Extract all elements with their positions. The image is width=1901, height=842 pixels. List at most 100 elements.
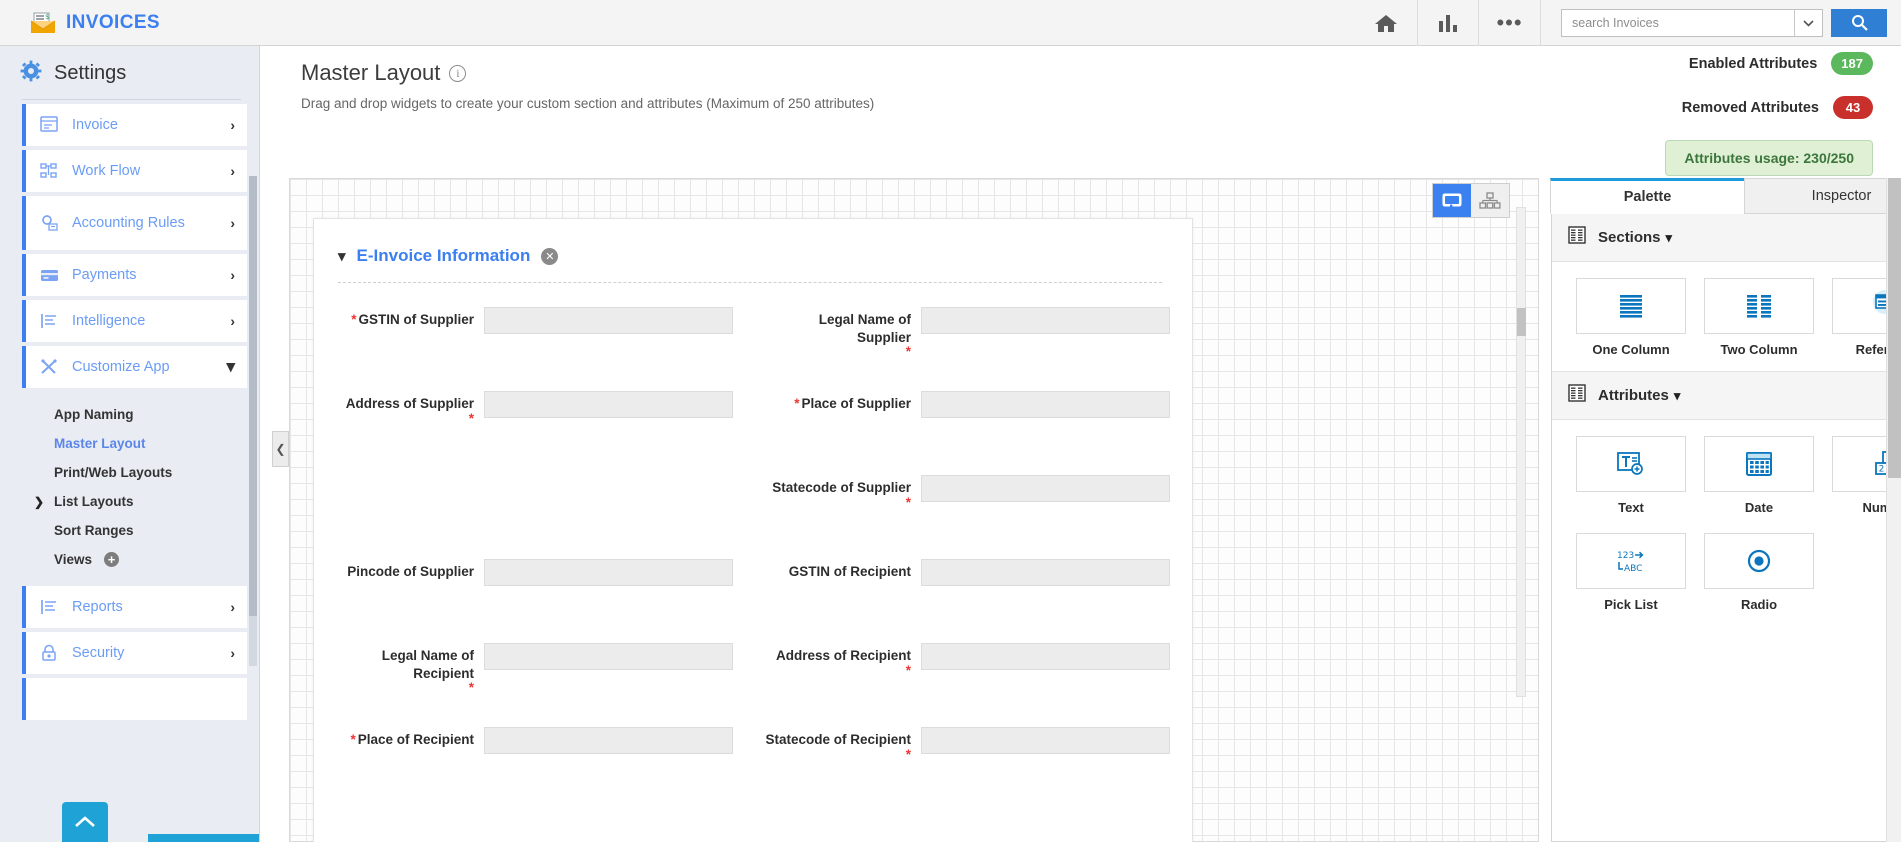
attributes-group-icon [1568,384,1586,407]
chart-icon[interactable] [1417,0,1479,46]
widget-two-column[interactable]: Two Column [1704,278,1814,357]
tab-palette[interactable]: Palette [1550,178,1745,214]
widget-tile[interactable] [1576,436,1686,492]
widget-radio[interactable]: Radio [1704,533,1814,612]
more-icon[interactable]: ••• [1479,0,1541,46]
field-place-of-recipient[interactable]: *Place of Recipient [324,727,733,801]
form-section-card[interactable]: ▾ E-Invoice Information ✕ *GSTIN of Supp… [313,218,1193,842]
field-statecode-of-recipient[interactable]: Statecode of Recipient* [761,727,1170,801]
chevron-down-icon[interactable]: ▾ [338,247,346,265]
sidebar-subitem-views[interactable]: Views + [48,545,259,574]
page-scrollbar[interactable] [1886,178,1901,842]
sidebar-item-customize-app[interactable]: Customize App ▾ [22,346,247,388]
home-icon[interactable] [1355,0,1417,46]
reports-icon [40,598,66,616]
field-gstin-of-supplier[interactable]: *GSTIN of Supplier [324,307,733,381]
chevron-right-icon[interactable]: › [230,645,235,661]
widget-text[interactable]: Text [1576,436,1686,515]
subitem-label: Master Layout [54,436,146,451]
field-legal-name-of-supplier[interactable]: Legal Name of Supplier* [761,307,1170,381]
widget-tile[interactable]: 123 ABC [1576,533,1686,589]
field-input[interactable] [921,559,1170,586]
chevron-down-icon[interactable]: ▾ [1674,388,1681,404]
sidebar-scrollbar[interactable] [249,176,257,666]
field-input[interactable] [921,643,1170,670]
widget-tile[interactable] [1576,278,1686,334]
section-header: ▾ E-Invoice Information ✕ [314,219,1192,266]
svg-text:ABC: ABC [1624,564,1642,574]
section-title: E-Invoice Information [357,246,531,266]
sidebar-item-accounting-rules[interactable]: Accounting Rules › [22,196,247,250]
sidebar-subitem-master-layout[interactable]: Master Layout [48,429,259,458]
chevron-down-icon[interactable] [1794,10,1822,36]
sections-group-header[interactable]: Sections ▾ [1552,214,1901,262]
field-input[interactable] [484,727,733,754]
canvas-scrollbar-thumb[interactable] [1517,308,1526,336]
sidebar-subitem-sort-ranges[interactable]: Sort Ranges [48,516,259,545]
search-input[interactable]: search Invoices [1561,9,1823,37]
info-icon[interactable]: i [449,65,466,82]
widget-date[interactable]: Date [1704,436,1814,515]
scroll-to-top-button[interactable] [62,802,108,842]
sidebar-item-reports[interactable]: Reports › [22,586,247,628]
widget-tile[interactable] [1704,533,1814,589]
collapse-panel-handle[interactable]: ❮ [272,431,289,467]
field-label-text: Statecode of Recipient [765,732,911,747]
field-pincode-of-supplier[interactable]: Pincode of Supplier [324,559,733,633]
chevron-down-icon[interactable]: ▾ [1666,230,1673,246]
field-label: Legal Name of Recipient* [324,643,474,694]
sidebar-subitem-list-layouts[interactable]: ❯ List Layouts [48,487,259,516]
field-label: Address of Supplier* [324,391,474,425]
sidebar-item-invoice[interactable]: Invoice › [22,104,247,146]
sidebar-item-security[interactable]: Security › [22,632,247,674]
page-scrollbar-thumb[interactable] [1888,178,1901,478]
field-statecode-of-supplier[interactable]: Statecode of Supplier* [761,475,1170,549]
chevron-right-icon[interactable]: › [230,599,235,615]
remove-section-icon[interactable]: ✕ [541,248,558,265]
canvas-scrollbar[interactable] [1516,207,1526,697]
desktop-view-button[interactable] [1433,184,1471,217]
chevron-right-icon[interactable]: › [230,163,235,179]
field-legal-name-of-recipient[interactable]: Legal Name of Recipient* [324,643,733,717]
attributes-group-header[interactable]: Attributes ▾ [1552,372,1901,420]
layout-canvas[interactable]: ❮ [289,178,1539,842]
chevron-right-icon[interactable]: › [230,117,235,133]
widget-one-column[interactable]: One Column [1576,278,1686,357]
add-view-icon[interactable]: + [104,552,119,567]
intelligence-icon [40,312,66,330]
field-input[interactable] [484,307,733,334]
chevron-right-icon[interactable]: ❯ [34,495,48,509]
field-input[interactable] [921,475,1170,502]
sidebar-scrollbar-thumb[interactable] [249,176,257,616]
field-input[interactable] [921,727,1170,754]
sidebar-item-work-flow[interactable]: Work Flow › [22,150,247,192]
field-input[interactable] [484,391,733,418]
brand[interactable]: $ INVOICES [0,12,160,34]
chevron-right-icon[interactable]: › [230,267,235,283]
hierarchy-view-button[interactable] [1471,184,1509,217]
widget-tile[interactable] [1704,278,1814,334]
removed-attributes-label: Removed Attributes [1682,100,1819,116]
tab-inspector[interactable]: Inspector [1744,178,1901,214]
sidebar-item-intelligence[interactable]: Intelligence › [22,300,247,342]
chevron-right-icon[interactable]: › [230,215,235,231]
widget-pick-list[interactable]: 123 ABC Pick List [1576,533,1686,612]
widget-tile[interactable] [1704,436,1814,492]
field-gstin-of-recipient[interactable]: GSTIN of Recipient [761,559,1170,633]
field-input[interactable] [484,559,733,586]
field-input[interactable] [921,307,1170,334]
sections-group-title: Sections [1598,229,1661,246]
sidebar-subitem-print-web-layouts[interactable]: Print/Web Layouts [48,458,259,487]
sidebar-item-partial[interactable] [22,678,247,720]
field-address-of-supplier[interactable]: Address of Supplier* [324,391,733,465]
chevron-right-icon[interactable]: › [230,313,235,329]
field-address-of-recipient[interactable]: Address of Recipient* [761,643,1170,717]
field-place-of-supplier[interactable]: *Place of Supplier [761,391,1170,465]
brand-name: INVOICES [66,12,160,34]
chevron-down-icon[interactable]: ▾ [226,357,235,377]
sidebar-item-payments[interactable]: Payments › [22,254,247,296]
search-button[interactable] [1831,9,1887,37]
sidebar-subitem-app-naming[interactable]: App Naming [48,400,259,429]
field-input[interactable] [484,643,733,670]
field-input[interactable] [921,391,1170,418]
